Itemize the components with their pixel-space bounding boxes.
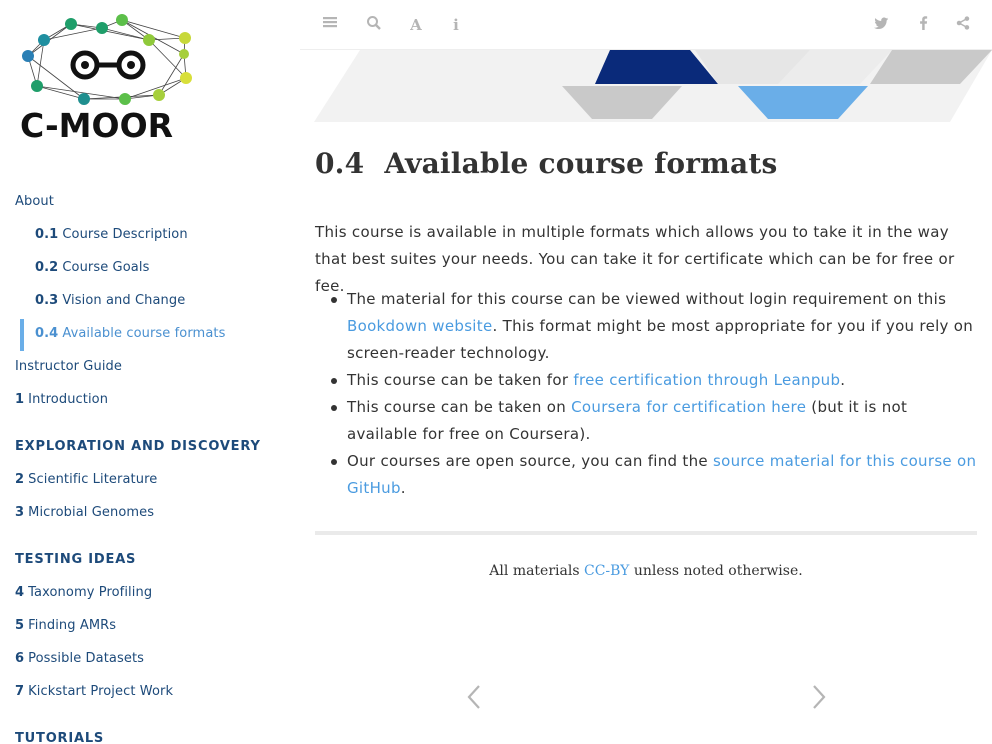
sidebar-item-kickstart-project-work[interactable]: 7 Kickstart Project Work [15, 684, 173, 699]
list-item: Our courses are open source, you can fin… [331, 448, 977, 502]
list-item-text: This course can be taken for [347, 371, 574, 389]
section-number: 6 [15, 651, 25, 666]
section-number: 0.4 [315, 147, 365, 180]
previous-page-arrow-icon[interactable] [467, 684, 481, 710]
sidebar-item-label: Introduction [28, 392, 109, 407]
sidebar-item-label: Scientific Literature [28, 472, 158, 487]
list-item-text: . [400, 479, 406, 497]
sidebar-item-label: Vision and Change [62, 293, 186, 308]
sidebar-item-finding-amrs[interactable]: 5 Finding AMRs [15, 618, 116, 633]
sidebar-item-label: Finding AMRs [28, 618, 117, 633]
list-item-text: The material for this course can be view… [347, 290, 947, 308]
section-number: 3 [15, 505, 25, 520]
sidebar-item-label: Microbial Genomes [28, 505, 155, 520]
list-item-text: . [840, 371, 846, 389]
font-icon[interactable]: A [406, 15, 426, 35]
info-icon[interactable]: i [446, 15, 466, 35]
sidebar-item-vision-and-change[interactable]: 0.3 Vision and Change [35, 293, 185, 308]
sidebar-item-course-goals[interactable]: 0.2 Course Goals [35, 260, 149, 275]
logo-text: C-MOOR [20, 106, 174, 145]
license-footer: All materials CC-BY unless noted otherwi… [315, 563, 977, 579]
twitter-icon[interactable] [871, 15, 891, 35]
list-item-text: Our courses are open source, you can fin… [347, 452, 714, 470]
page-title: 0.4 Available course formats [315, 147, 777, 180]
footer-text: All materials [489, 563, 584, 579]
leanpub-link[interactable]: free certification through Leanpub [573, 371, 840, 389]
sidebar-item-label: Kickstart Project Work [28, 684, 174, 699]
facebook-icon[interactable] [913, 15, 933, 35]
header-banner-graphic [314, 50, 992, 122]
share-icon[interactable] [953, 15, 973, 35]
coursera-link[interactable]: Coursera for certification here [571, 398, 806, 416]
divider [315, 531, 977, 535]
sidebar-item-available-course-formats[interactable]: 0.4 Available course formats [35, 326, 225, 341]
section-number: 7 [15, 684, 25, 699]
sidebar-item-label: Instructor Guide [15, 359, 122, 374]
sidebar-part-header: TUTORIALS [15, 731, 105, 744]
sidebar-item-about[interactable]: About [15, 194, 54, 209]
cc-by-link[interactable]: CC-BY [584, 563, 629, 579]
section-number: 0.1 [35, 227, 59, 242]
sidebar-item-course-description[interactable]: 0.1 Course Description [35, 227, 188, 242]
list-item-text: This course can be taken on [347, 398, 572, 416]
sidebar: C-MOOR About 0.1 Course Description 0.2 Co… [0, 0, 300, 744]
sidebar-item-label: Available course formats [62, 326, 226, 341]
section-number: 1 [15, 392, 25, 407]
search-icon[interactable] [364, 15, 384, 35]
sidebar-part-header: EXPLORATION AND DISCOVERY [15, 439, 261, 454]
course-formats-list: The material for this course can be view… [331, 286, 977, 502]
sidebar-item-label: About [15, 194, 54, 209]
sidebar-item-label: Course Description [62, 227, 188, 242]
sidebar-item-label: Taxonomy Profiling [28, 585, 153, 600]
sidebar-item-label: Possible Datasets [28, 651, 145, 666]
sidebar-item-introduction[interactable]: 1 Introduction [15, 392, 108, 407]
section-number: 4 [15, 585, 25, 600]
section-title-text: Available course formats [384, 147, 778, 180]
sidebar-item-microbial-genomes[interactable]: 3 Microbial Genomes [15, 505, 154, 520]
next-page-arrow-icon[interactable] [812, 684, 826, 710]
list-item: The material for this course can be view… [331, 286, 977, 367]
sidebar-item-scientific-literature[interactable]: 2 Scientific Literature [15, 472, 157, 487]
sidebar-item-label: Course Goals [62, 260, 150, 275]
sidebar-part-header: TESTING IDEAS [15, 552, 137, 567]
section-number: 0.2 [35, 260, 59, 275]
section-number: 0.3 [35, 293, 59, 308]
menu-icon[interactable] [320, 15, 340, 35]
list-item: This course can be taken on Coursera for… [331, 394, 977, 448]
section-number: 2 [15, 472, 25, 487]
sidebar-item-possible-datasets[interactable]: 6 Possible Datasets [15, 651, 144, 666]
sidebar-item-taxonomy-profiling[interactable]: 4 Taxonomy Profiling [15, 585, 152, 600]
list-item: This course can be taken for free certif… [331, 367, 977, 394]
section-number: 0.4 [35, 326, 59, 341]
active-indicator [20, 319, 24, 351]
sidebar-item-instructor-guide[interactable]: Instructor Guide [15, 359, 122, 374]
book-toolbar: A i [300, 0, 992, 50]
section-number: 5 [15, 618, 25, 633]
bookdown-link[interactable]: Bookdown website [347, 317, 492, 335]
footer-text: unless noted otherwise. [629, 563, 803, 579]
